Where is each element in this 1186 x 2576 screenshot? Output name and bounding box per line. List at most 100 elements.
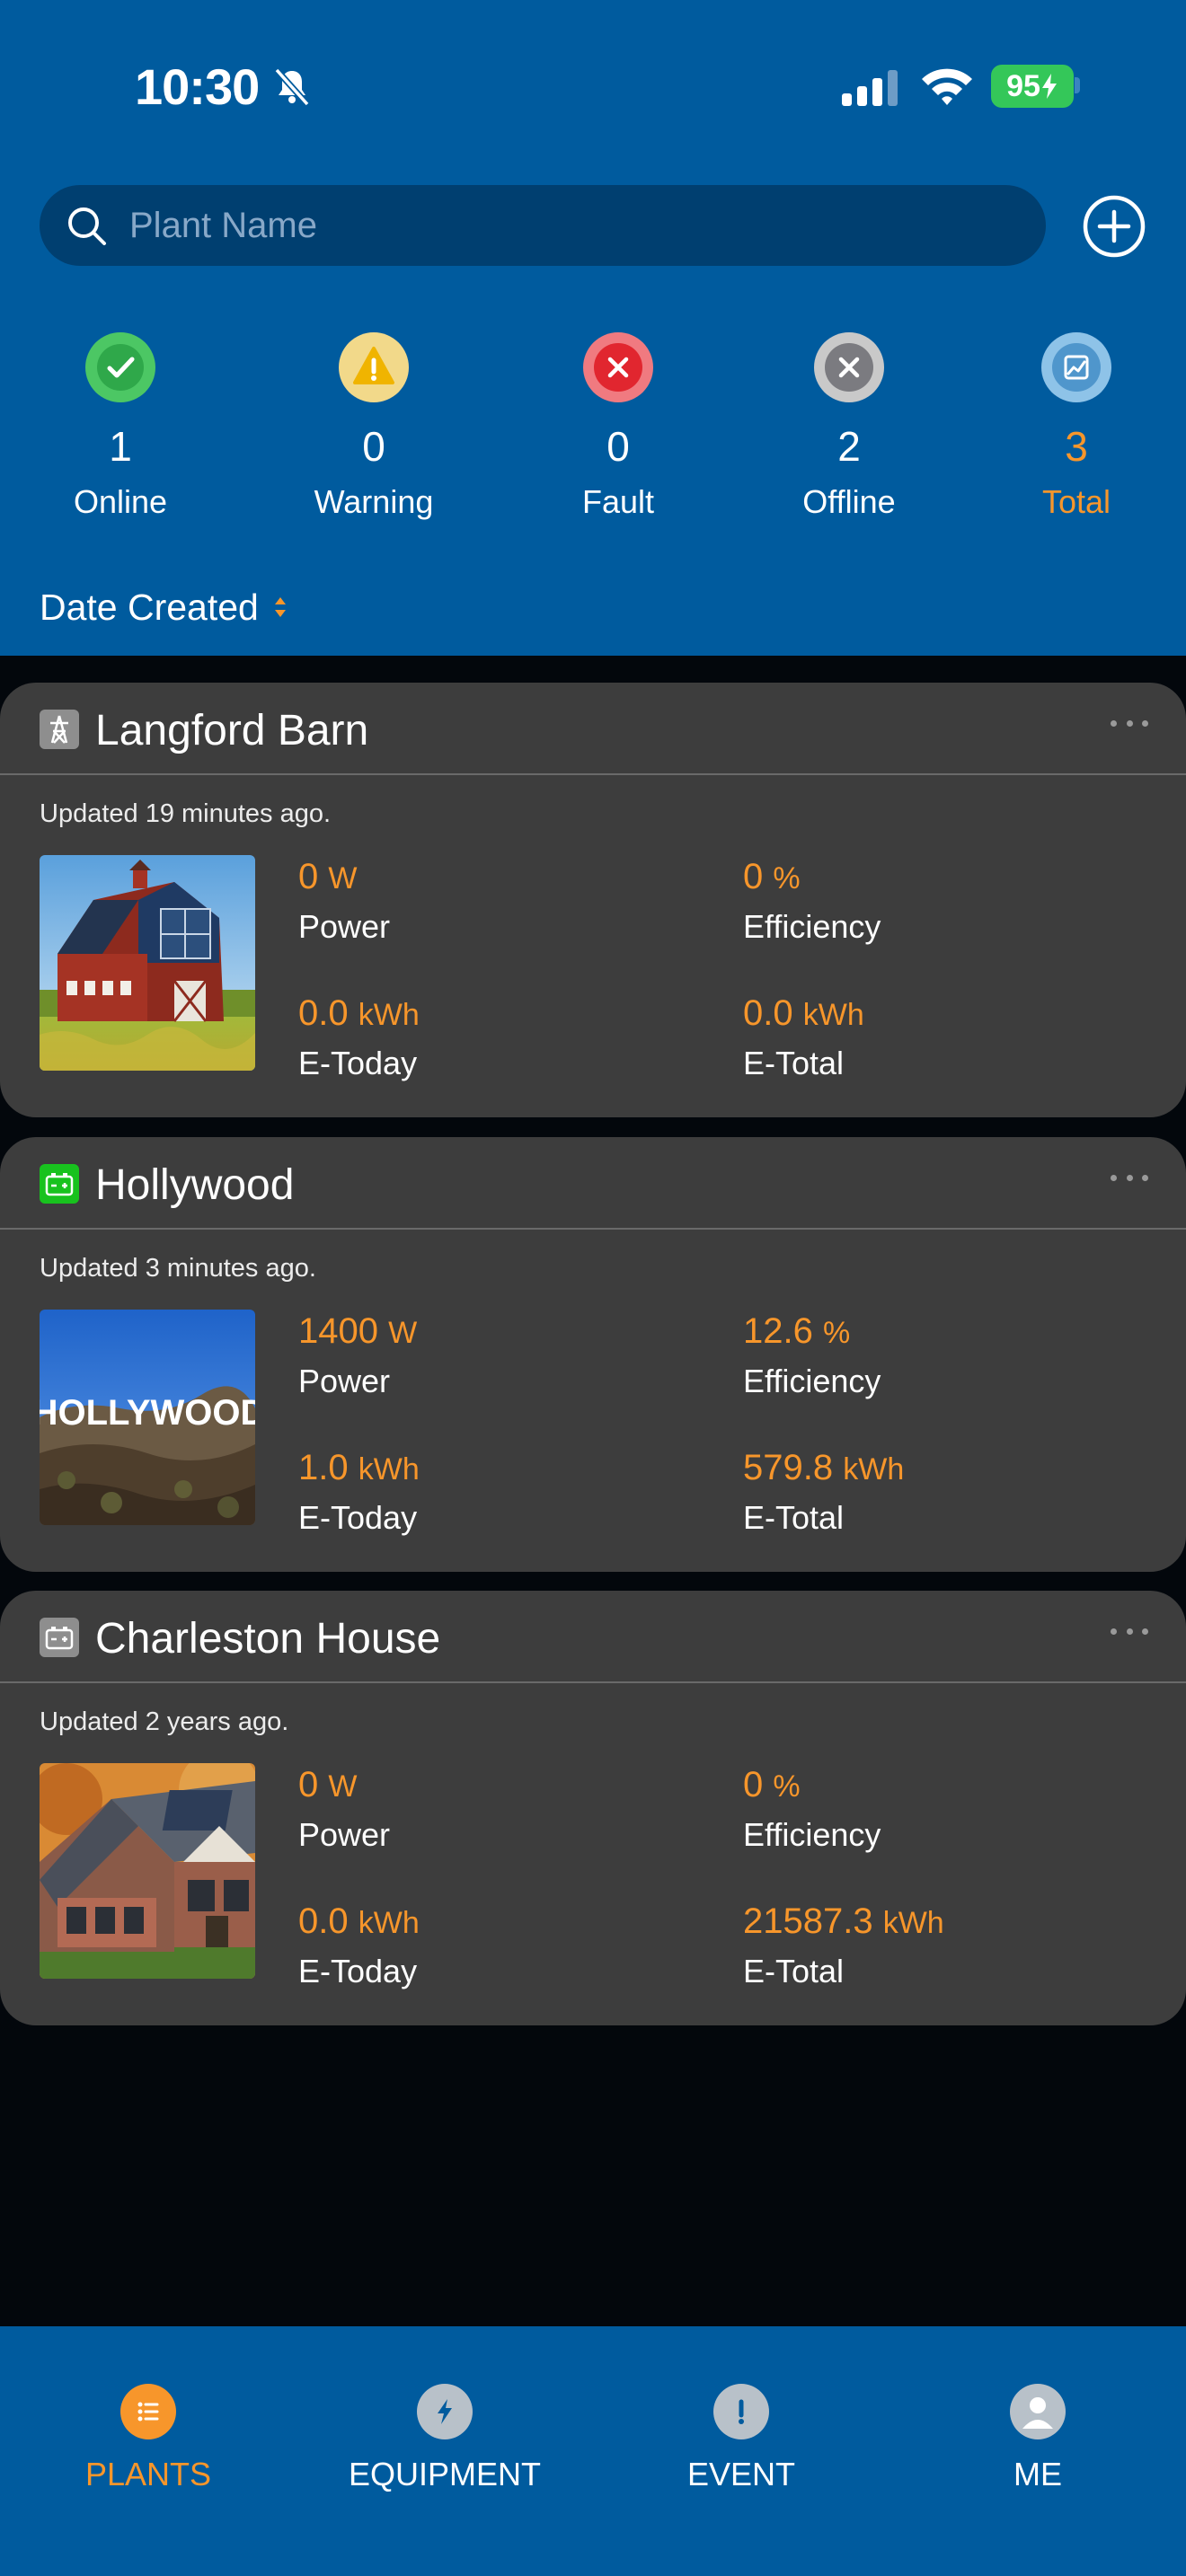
house-photo [40,1763,255,1979]
e-total-label: E-Total [743,1045,845,1081]
status-bar: 10:30 95 [0,0,1186,171]
efficiency-value: 0 % [743,857,801,896]
plant-card[interactable]: Langford Barn Updated 19 minutes ago. 0 … [0,683,1186,1117]
updated-text: Updated 2 years ago. [40,1707,289,1736]
add-plant-button[interactable] [1082,194,1146,259]
transmission-tower-icon [40,710,79,749]
plant-card[interactable]: Hollywood Updated 3 minutes ago. HOLLYWO… [0,1137,1186,1572]
e-total-value: 579.8 kWh [743,1448,905,1487]
metric-power: 0 W Power [298,1765,390,1854]
plant-name: Hollywood [95,1161,295,1209]
plant-name: Charleston House [95,1615,441,1663]
list-icon [120,2384,176,2439]
metric-e-total: 579.8 kWh E-Total [743,1448,904,1537]
stat-offline-count: 2 [837,423,861,470]
tab-equipment[interactable]: EQUIPMENT [296,2384,593,2519]
stat-fault-count: 0 [606,423,630,470]
efficiency-value: 12.6 % [743,1311,851,1351]
sort-label: Date Created [40,586,259,628]
stat-warning-label: Warning [314,483,434,520]
tab-event-label: EVENT [686,2456,796,2492]
exclamation-icon [713,2384,769,2439]
battery-icon [40,1164,79,1204]
stat-total[interactable]: 3 Total [987,332,1166,530]
lightning-icon [417,2384,473,2439]
stat-fault-label: Fault [581,483,655,520]
tab-me-label: ME [1013,2456,1062,2492]
more-options-button[interactable] [1107,701,1152,745]
more-options-button[interactable] [1107,1155,1152,1200]
divider [0,1228,1186,1230]
metric-e-today: 0.0 kWh E-Today [298,1901,420,1990]
stat-total-label: Total [1041,483,1111,520]
online-check-icon [85,332,155,402]
tab-plants[interactable]: PLANTS [0,2384,296,2519]
plant-card[interactable]: Charleston House Updated 2 years ago. 0 … [0,1591,1186,2025]
tab-me[interactable]: ME [890,2384,1186,2519]
stat-warning-count: 0 [362,423,385,470]
plant-card-header: Hollywood [0,1137,1186,1229]
stat-warning[interactable]: 0 Warning [284,332,464,530]
charging-bolt-icon [1041,74,1057,99]
total-chart-icon [1041,332,1111,402]
offline-x-icon [814,332,884,402]
metric-e-today: 0.0 kWh E-Today [298,993,420,1082]
plant-name: Langford Barn [95,707,369,754]
battery-indicator: 95 [991,65,1074,108]
e-total-label: E-Total [743,1953,845,1989]
efficiency-label: Efficiency [743,1363,881,1399]
divider [0,1681,1186,1683]
metric-power: 0 W Power [298,857,390,946]
tab-bar: PLANTS EQUIPMENT EVENT ME [0,2326,1186,2576]
battery-icon [40,1618,79,1657]
e-today-value: 0.0 kWh [298,1901,420,1941]
sort-dropdown[interactable]: Date Created [40,582,289,632]
more-options-button[interactable] [1107,1609,1152,1654]
stat-online[interactable]: 1 Online [31,332,210,530]
metric-efficiency: 0 % Efficiency [743,857,881,946]
search-bar[interactable] [40,185,1046,266]
stat-online-count: 1 [109,423,132,470]
power-value: 0 W [298,1765,358,1804]
stat-offline-label: Offline [802,483,896,520]
e-today-label: E-Today [298,1953,418,1989]
power-value: 1400 W [298,1311,418,1351]
plant-card-header: Langford Barn [0,683,1186,774]
stat-offline[interactable]: 2 Offline [759,332,939,530]
stat-fault[interactable]: 0 Fault [528,332,708,530]
updated-text: Updated 19 minutes ago. [40,799,332,828]
status-time: 10:30 [135,58,260,115]
e-total-value: 21587.3 kWh [743,1901,944,1941]
stat-total-count: 3 [1065,423,1088,470]
tab-event[interactable]: EVENT [593,2384,890,2519]
power-label: Power [298,1363,391,1399]
plant-card-header: Charleston House [0,1591,1186,1682]
efficiency-value: 0 % [743,1765,801,1804]
e-today-label: E-Today [298,1499,418,1536]
battery-level: 95 [1006,68,1040,103]
metric-efficiency: 12.6 % Efficiency [743,1311,881,1400]
divider [0,773,1186,775]
metric-power: 1400 W Power [298,1311,417,1400]
search-input[interactable] [129,198,1046,252]
metric-e-total: 0.0 kWh E-Total [743,993,864,1082]
efficiency-label: Efficiency [743,1816,881,1853]
warning-triangle-icon [339,332,409,402]
e-today-label: E-Today [298,1045,418,1081]
bell-slash-icon [274,67,310,107]
metric-efficiency: 0 % Efficiency [743,1765,881,1854]
search-icon [68,207,106,245]
barn-photo [40,855,255,1071]
sort-arrows-icon [274,597,286,617]
power-value: 0 W [298,857,358,896]
battery-tip [1075,77,1080,93]
tab-equipment-label: EQUIPMENT [348,2456,541,2492]
stat-online-label: Online [73,483,168,520]
power-label: Power [298,1816,391,1853]
fault-x-icon [583,332,653,402]
metric-e-today: 1.0 kWh E-Today [298,1448,420,1537]
person-icon [1010,2384,1066,2439]
power-label: Power [298,908,391,945]
e-today-value: 0.0 kWh [298,993,420,1033]
tab-plants-label: PLANTS [84,2456,212,2492]
